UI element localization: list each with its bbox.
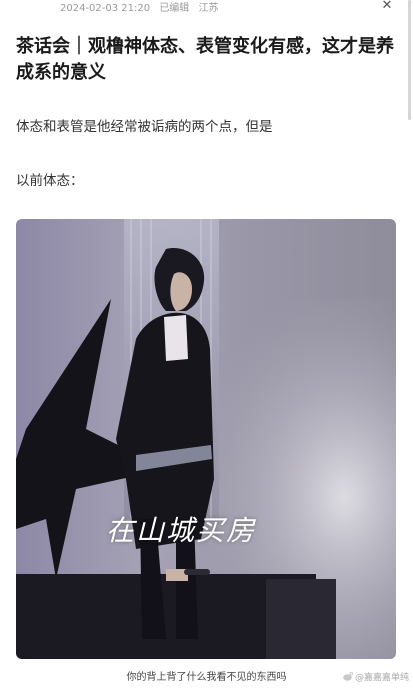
article-paragraph: 体态和表管是他经常被诟病的两个点，但是: [16, 119, 273, 135]
weibo-icon: [343, 672, 353, 681]
watermark: @嘉嘉嘉单纯: [343, 670, 409, 683]
watermark-text: @嘉嘉嘉单纯: [354, 673, 409, 683]
close-button[interactable]: ✕: [377, 0, 397, 14]
edited-label: 已编辑: [159, 3, 190, 14]
stage-scene: [16, 219, 396, 659]
article-photo[interactable]: 在山城买房: [16, 219, 396, 659]
article-title: 茶话会｜观橹神体态、表管变化有感，这才是养成系的意义: [16, 36, 394, 83]
close-icon: ✕: [381, 0, 393, 13]
article-meta: 2024-02-03 21:20 已编辑 江苏: [60, 0, 225, 14]
scrollbar[interactable]: [408, 0, 411, 120]
location-label: 江苏: [198, 3, 219, 14]
stage-step: [266, 579, 336, 659]
photo-overlay-caption: 在山城买房: [106, 514, 257, 547]
publish-date: 2024-02-03 21:20: [60, 3, 151, 14]
article-paragraph: 以前体态：: [16, 173, 84, 189]
